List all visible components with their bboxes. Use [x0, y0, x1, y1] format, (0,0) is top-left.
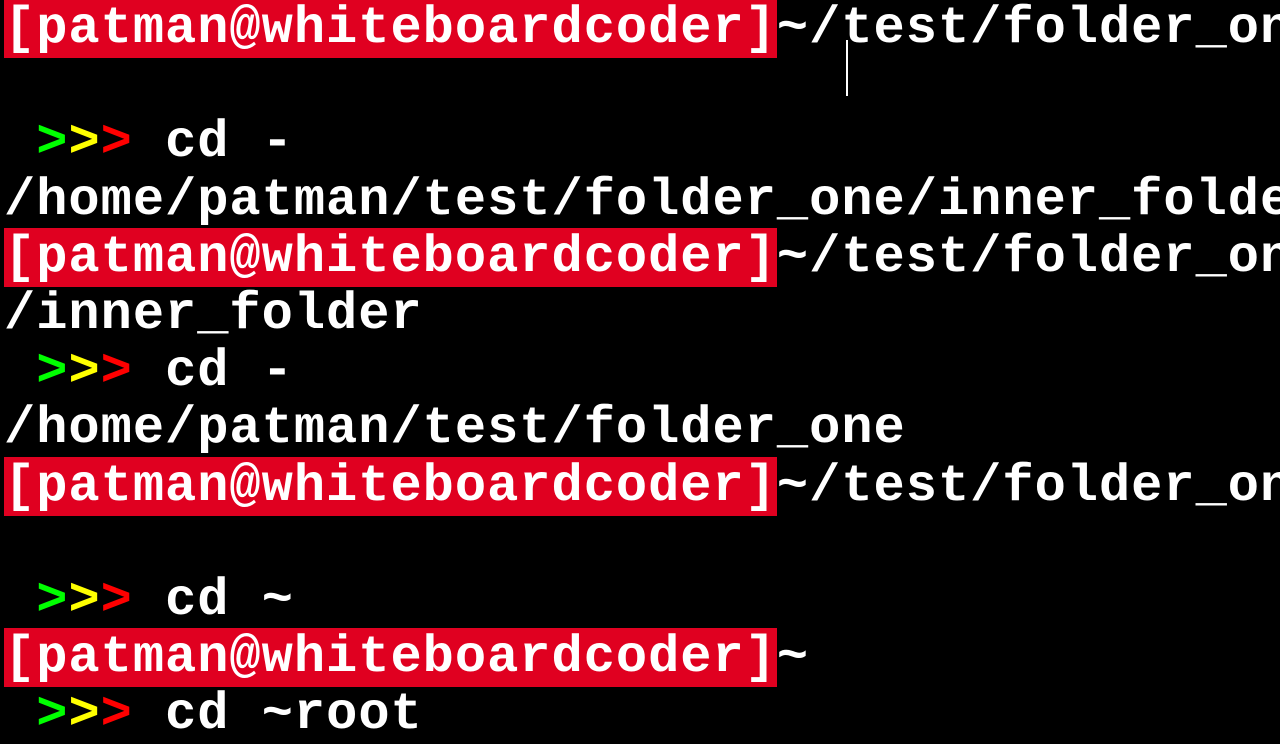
prompt-path: ~/test/folder_one [777, 457, 1280, 516]
prompt-chevrons: >>> [4, 113, 165, 172]
command-text: cd - [165, 113, 294, 172]
empty-line [4, 57, 1276, 114]
prompt-chevrons: >>> [4, 342, 165, 401]
prompt-user-host: [patman@whiteboardcoder] [4, 457, 777, 516]
prompt-path-wrap: /inner_folder [4, 286, 1276, 343]
prompt-user-host: [patman@whiteboardcoder] [4, 228, 777, 287]
prompt-path: ~/test/folder_one [777, 228, 1280, 287]
command-output: /home/patman/test/folder_one/inner_folde… [4, 172, 1276, 229]
command-text: cd ~ [165, 571, 294, 630]
text-cursor-icon [846, 40, 848, 96]
prompt-user-host: [patman@whiteboardcoder] [4, 0, 777, 58]
command-text: cd ~root [165, 685, 423, 744]
prompt-chevrons: >>> [4, 685, 165, 744]
terminal[interactable]: [patman@whiteboardcoder]~/test/folder_on… [0, 0, 1280, 743]
command-output: /home/patman/test/folder_one [4, 400, 1276, 457]
prompt-path: ~/test/folder_one [777, 0, 1280, 58]
empty-line [4, 515, 1276, 572]
prompt-user-host: [patman@whiteboardcoder] [4, 628, 777, 687]
command-text: cd - [165, 342, 294, 401]
prompt-path: ~ [777, 628, 809, 687]
prompt-chevrons: >>> [4, 571, 165, 630]
